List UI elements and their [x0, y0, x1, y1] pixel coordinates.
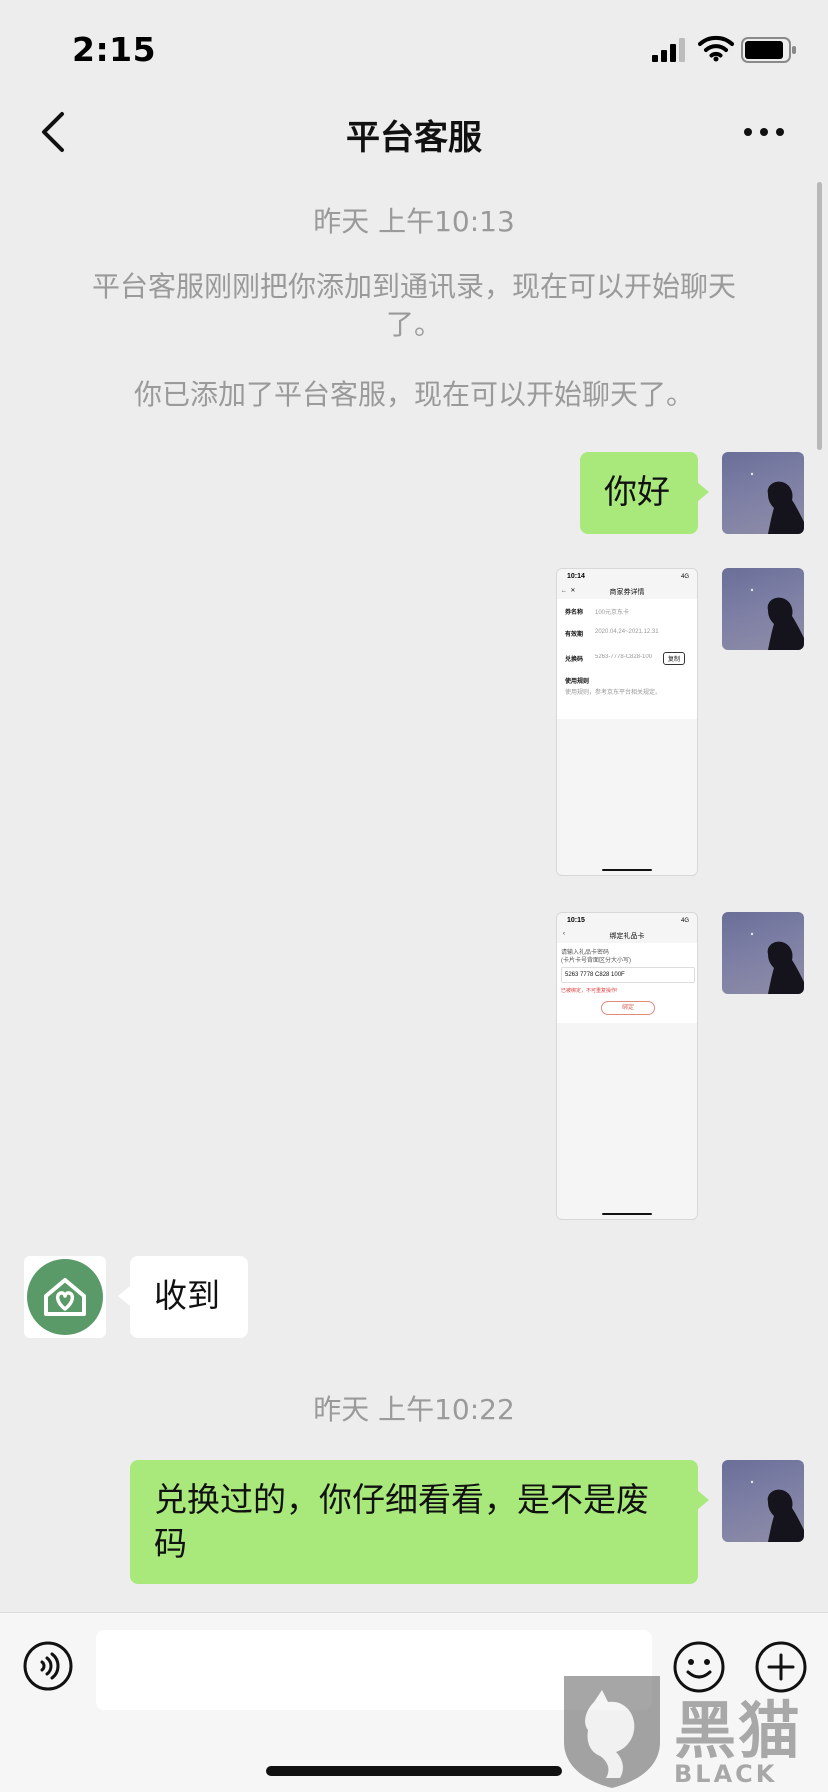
thumb-value: 使用规则，参考京东平台相关规定。: [565, 690, 662, 696]
thumb-hint: (卡片卡号背面区分大小写): [561, 958, 631, 964]
thumb-bind-button: 绑定: [601, 1001, 655, 1015]
thumb-status-time: 10:15: [567, 917, 585, 924]
thumb-status-icons: 4G: [680, 918, 689, 924]
person-silhouette-icon: [750, 1480, 804, 1542]
message-text: 兑换过的，你仔细看看，是不是废码: [154, 1480, 649, 1563]
thumb-back-icon: ← ✕: [561, 588, 576, 594]
watermark-brand-cn: 黑猫: [674, 1694, 803, 1767]
message-bubble-sent[interactable]: 你好: [580, 452, 698, 534]
thumb-label: 兑换码: [565, 657, 584, 663]
thumb-label: 有效期: [565, 632, 584, 638]
avatar-self[interactable]: [722, 912, 804, 994]
timestamp: 昨天 上午10:13: [313, 205, 515, 238]
avatar-customer-service[interactable]: [24, 1256, 106, 1338]
timestamp: 昨天 上午10:22: [313, 1393, 515, 1426]
bubble-tail: [697, 482, 709, 502]
home-heart-logo-icon: [27, 1259, 103, 1335]
thumb-value: 100元京东卡: [595, 610, 630, 616]
cellular-signal-icon: [652, 38, 685, 62]
thumb-home-indicator: [602, 1213, 652, 1215]
status-time: 2:15: [72, 30, 157, 69]
thumb-value: 5263-7778-C828-100: [595, 654, 653, 660]
avatar-self[interactable]: [722, 568, 804, 650]
thumb-title: 商家券详情: [609, 589, 645, 596]
image-message-bind-gift-card[interactable]: 10:15 4G 绑定礼品卡 ‹ 请输入礼品卡密码 (卡片卡号背面区分大小写) …: [556, 912, 698, 1220]
more-options-icon[interactable]: [742, 118, 786, 146]
battery-icon: [741, 37, 796, 63]
wifi-icon: [698, 35, 734, 62]
thumb-home-indicator: [602, 869, 652, 871]
bubble-tail: [697, 1490, 709, 1510]
black-cat-shield-logo-icon: [564, 1676, 660, 1788]
message-text: 收到: [154, 1276, 220, 1315]
avatar-self[interactable]: [722, 1460, 804, 1542]
thumb-status-icons: 4G: [680, 574, 689, 580]
thumb-status-time: 10:14: [567, 573, 585, 580]
person-silhouette-icon: [750, 472, 804, 534]
system-message: 平台客服刚刚把你添加到通讯录，现在可以开始聊天了。: [91, 270, 736, 341]
thumb-label: 使用规则: [565, 679, 590, 685]
chat-title: 平台客服: [346, 118, 482, 158]
thumb-title: 绑定礼品卡: [609, 933, 645, 940]
image-message-coupon-detail[interactable]: 10:14 4G 商家券详情 ← ✕ 券名称 100元京东卡 有效期 2020.…: [556, 568, 698, 876]
message-bubble-sent[interactable]: 兑换过的，你仔细看看，是不是废码: [130, 1460, 698, 1584]
voice-input-icon[interactable]: [22, 1640, 74, 1692]
watermark-brand-en: BLACK CAT: [674, 1760, 778, 1792]
person-silhouette-icon: [750, 932, 804, 994]
person-silhouette-icon: [750, 588, 804, 650]
thumb-label: 券名称: [565, 610, 584, 616]
thumb-value: 2020.04.24~2021.12.31: [595, 629, 659, 635]
thumb-copy-button: 复制: [663, 652, 686, 665]
thumb-input: 5263 7778 C828 100F: [561, 967, 695, 983]
message-text: 你好: [604, 472, 670, 511]
message-bubble-received[interactable]: 收到: [130, 1256, 248, 1338]
home-indicator[interactable]: [266, 1766, 562, 1776]
thumb-back-icon: ‹: [563, 931, 565, 937]
watermark: 黑猫 BLACK CAT: [556, 1672, 828, 1792]
thumb-error: 已被绑定，不可重复操作!: [561, 988, 618, 994]
bubble-tail: [118, 1286, 130, 1306]
avatar-self[interactable]: [722, 452, 804, 534]
system-message: 你已添加了平台客服，现在可以开始聊天了。: [133, 378, 694, 411]
